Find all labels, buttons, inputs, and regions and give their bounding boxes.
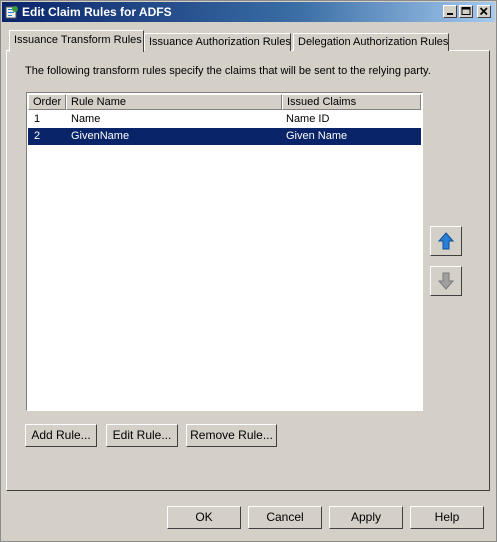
tab-strip: Issuance Transform Rules Issuance Author… [9, 30, 489, 52]
cell-order: 2 [34, 130, 41, 142]
apply-button[interactable]: Apply [329, 506, 403, 529]
column-header-issued-claims[interactable]: Issued Claims [282, 94, 421, 110]
dialog-window: Edit Claim Rules for ADFS Issuance Trans… [0, 0, 497, 542]
tab-issuance-transform-rules[interactable]: Issuance Transform Rules [9, 30, 144, 52]
rules-list[interactable]: Order Rule Name Issued Claims 1 Name Nam… [26, 92, 423, 411]
tab-label: Issuance Authorization Rules [149, 36, 291, 48]
table-row[interactable]: 2 GivenName Given Name [28, 128, 421, 145]
tab-delegation-authorization-rules[interactable]: Delegation Authorization Rules [293, 33, 449, 51]
cell-rule-name: GivenName [71, 130, 130, 142]
table-row[interactable]: 1 Name Name ID [28, 111, 421, 128]
minimize-button[interactable] [443, 5, 457, 18]
panel-description: The following transform rules specify th… [25, 65, 431, 77]
window-title: Edit Claim Rules for ADFS [22, 5, 172, 19]
cell-order: 1 [34, 113, 41, 125]
cancel-button[interactable]: Cancel [248, 506, 322, 529]
edit-rule-button[interactable]: Edit Rule... [106, 424, 178, 447]
tab-label: Delegation Authorization Rules [298, 36, 449, 48]
rules-list-header: Order Rule Name Issued Claims [28, 94, 421, 110]
move-up-button[interactable] [430, 226, 462, 256]
tab-issuance-authorization-rules[interactable]: Issuance Authorization Rules [144, 33, 291, 51]
column-header-rule-name[interactable]: Rule Name [66, 94, 282, 110]
app-icon [5, 6, 18, 19]
cell-issued-claims: Name ID [286, 113, 330, 125]
remove-rule-button[interactable]: Remove Rule... [186, 424, 277, 447]
help-button[interactable]: Help [410, 506, 484, 529]
arrow-down-icon [438, 272, 454, 290]
title-bar[interactable]: Edit Claim Rules for ADFS [2, 2, 495, 22]
arrow-up-icon [438, 232, 454, 250]
close-button[interactable] [477, 5, 491, 18]
maximize-icon [461, 7, 471, 15]
add-rule-button[interactable]: Add Rule... [25, 424, 97, 447]
column-header-order[interactable]: Order [28, 94, 66, 110]
ok-button[interactable]: OK [167, 506, 241, 529]
cell-issued-claims: Given Name [286, 130, 348, 142]
tab-label: Issuance Transform Rules [14, 34, 142, 46]
cell-rule-name: Name [71, 113, 101, 125]
minimize-icon [447, 13, 453, 15]
close-icon [479, 7, 488, 16]
move-down-button[interactable] [430, 266, 462, 296]
maximize-button[interactable] [459, 5, 473, 18]
